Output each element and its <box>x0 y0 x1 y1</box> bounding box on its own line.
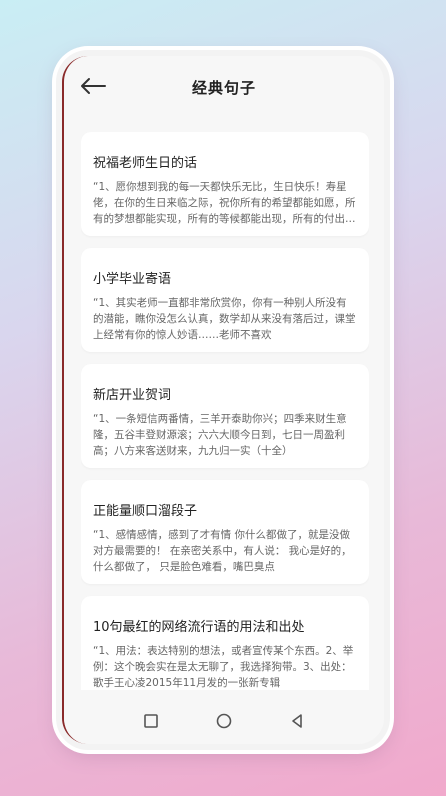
back-button[interactable] <box>78 74 108 98</box>
list-item[interactable]: 正能量顺口溜段子 “1、感情感情，感到了才有情 你什么都做了，就是没做对方最需要… <box>81 480 369 584</box>
system-nav-bar <box>64 698 384 744</box>
list-item[interactable]: 祝福老师生日的话 “1、愿你想到我的每一天都快乐无比，生日快乐！寿星佬，在你的生… <box>81 132 369 236</box>
page-title: 经典句子 <box>191 78 256 97</box>
item-title: 祝福老师生日的话 <box>93 156 198 171</box>
item-excerpt: “1、感情感情，感到了才有情 你什么都做了，就是没做对方最需要的！ 在亲密关系中… <box>93 529 352 573</box>
item-title: 新店开业贺词 <box>93 388 172 403</box>
list-item[interactable]: 新店开业贺词 “1、一条短信两番情，三羊开泰助你兴；四季来财生意隆，五谷丰登财源… <box>81 364 369 468</box>
item-title: 小学毕业寄语 <box>93 272 172 287</box>
triangle-back-icon <box>292 714 303 728</box>
header: 经典句子 <box>64 56 384 118</box>
recents-button[interactable] <box>139 709 163 733</box>
square-icon <box>143 714 158 728</box>
app-screen: 经典句子 祝福老师生日的话 “1、愿你想到我的每一天都快乐无比，生日快乐！寿星佬… <box>62 56 384 744</box>
back-arrow-icon <box>81 78 106 94</box>
item-title: 正能量顺口溜段子 <box>93 504 198 519</box>
item-excerpt: “1、愿你想到我的每一天都快乐无比，生日快乐！寿星佬，在你的生日来临之际，祝你所… <box>93 181 356 225</box>
list-item[interactable]: 小学毕业寄语 “1、其实老师一直都非常欣赏你，你有一种别人所没有的潜能，瞧你没怎… <box>81 248 369 352</box>
item-title: 10句最红的网络流行语的用法和出处 <box>93 620 305 635</box>
back-nav-button[interactable] <box>285 709 309 733</box>
item-excerpt: “1、其实老师一直都非常欣赏你，你有一种别人所没有的潜能，瞧你没怎么认真，数学却… <box>93 297 356 341</box>
circle-icon <box>216 713 232 729</box>
sentence-list: 祝福老师生日的话 “1、愿你想到我的每一天都快乐无比，生日快乐！寿星佬，在你的生… <box>81 132 369 690</box>
item-excerpt: “1、用法：表达特别的想法，或者宣传某个东西。2、举例：这个晚会实在是太无聊了，… <box>93 645 354 689</box>
phone-frame: 经典句子 祝福老师生日的话 “1、愿你想到我的每一天都快乐无比，生日快乐！寿星佬… <box>56 50 390 750</box>
list-item[interactable]: 10句最红的网络流行语的用法和出处 “1、用法：表达特别的想法，或者宣传某个东西… <box>81 596 369 690</box>
home-button[interactable] <box>212 709 236 733</box>
item-excerpt: “1、一条短信两番情，三羊开泰助你兴；四季来财生意隆，五谷丰登财源滚；六六大顺今… <box>93 413 347 457</box>
